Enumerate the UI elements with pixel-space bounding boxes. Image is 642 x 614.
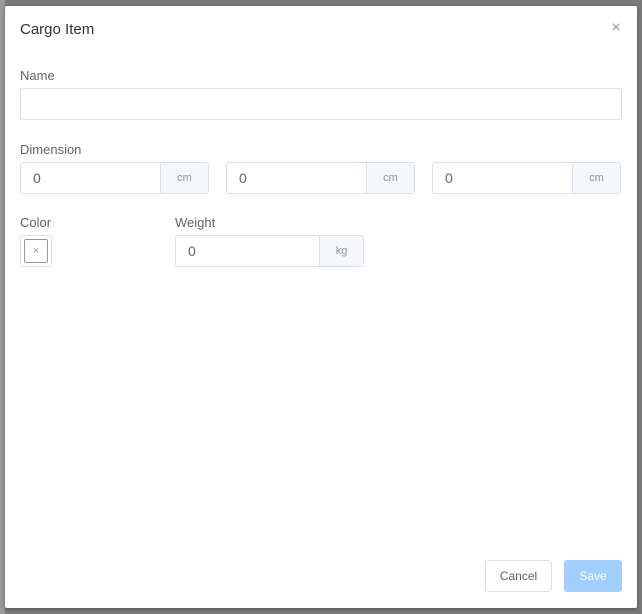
dialog-title: Cargo Item: [20, 21, 95, 38]
name-label: Name: [20, 68, 55, 83]
weight-input[interactable]: [176, 236, 319, 266]
weight-label: Weight: [175, 215, 216, 230]
cargo-item-dialog: Cargo Item × Name Dimension cm cm cm Col…: [5, 6, 637, 608]
dimension-label: Dimension: [20, 142, 82, 157]
dimension-length-input[interactable]: [21, 163, 160, 193]
save-button[interactable]: Save: [564, 560, 622, 592]
dimension-width-group: cm: [226, 162, 415, 194]
cancel-button[interactable]: Cancel: [485, 560, 552, 592]
weight-unit: kg: [319, 236, 363, 266]
dimension-height-group: cm: [432, 162, 621, 194]
dimension-height-unit: cm: [572, 163, 620, 193]
weight-group: kg: [175, 235, 364, 267]
color-label: Color: [20, 215, 52, 230]
name-input[interactable]: [20, 88, 622, 120]
dimension-length-unit: cm: [160, 163, 208, 193]
dimension-width-unit: cm: [366, 163, 414, 193]
close-icon[interactable]: ×: [608, 20, 624, 36]
color-empty-icon: ×: [24, 239, 48, 263]
color-picker[interactable]: ×: [20, 235, 52, 267]
dimension-height-input[interactable]: [433, 163, 572, 193]
dimension-width-input[interactable]: [227, 163, 366, 193]
dimension-length-group: cm: [20, 162, 209, 194]
